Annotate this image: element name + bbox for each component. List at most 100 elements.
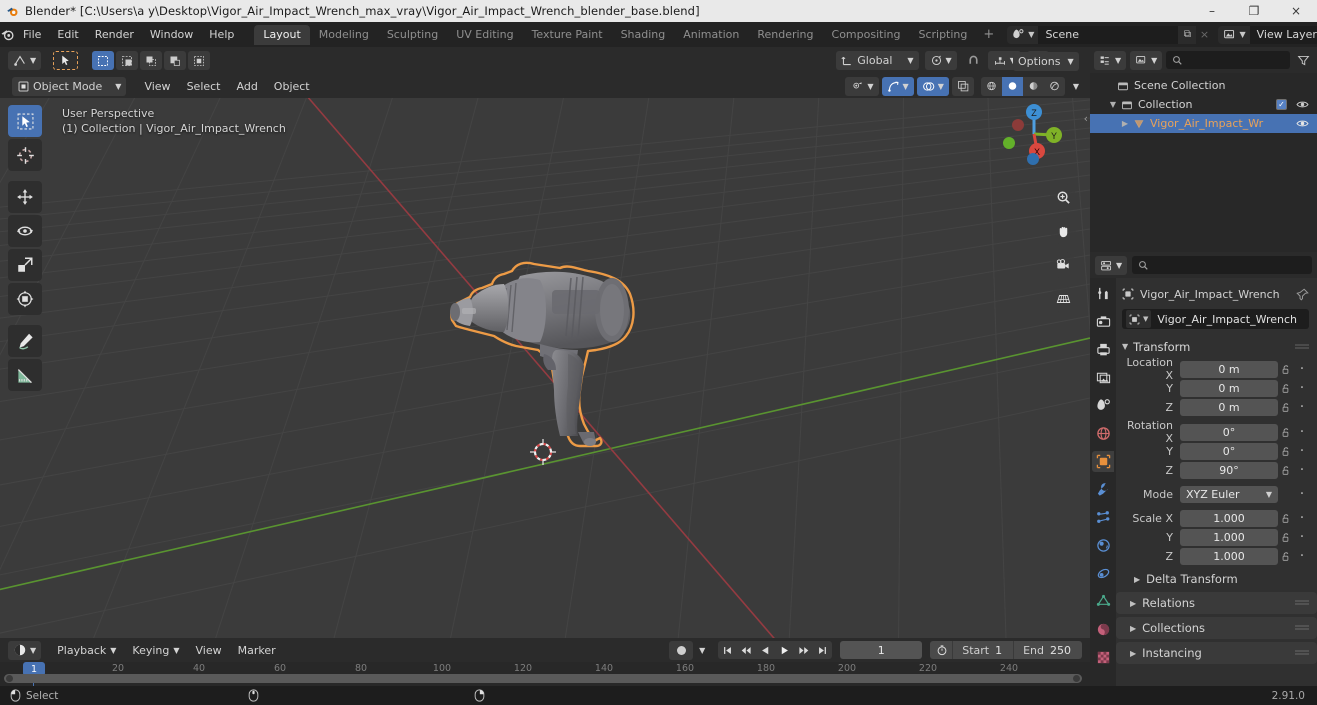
scrollbar-knob-right[interactable]: [1073, 675, 1080, 682]
pan-hand-icon[interactable]: [1050, 218, 1076, 244]
timeline-menu-view[interactable]: View: [188, 641, 230, 660]
scene-tab[interactable]: [1092, 395, 1114, 416]
scale-z-value[interactable]: 1.000: [1180, 547, 1278, 565]
jump-to-end-button[interactable]: [813, 641, 833, 659]
measure-tool[interactable]: [8, 359, 42, 391]
rotation-mode-dropdown[interactable]: XYZ Euler ▼: [1180, 485, 1278, 503]
transform-panel-header[interactable]: ▼ Transform: [1122, 337, 1309, 356]
use-preview-range-icon[interactable]: [930, 644, 952, 656]
location-y-value[interactable]: 0 m: [1180, 379, 1278, 397]
outliner-filter-icon[interactable]: [1294, 54, 1313, 67]
blender-menu-icon[interactable]: [0, 27, 15, 42]
collection-enable-checkbox[interactable]: ✓: [1276, 99, 1287, 110]
menu-edit[interactable]: Edit: [49, 25, 86, 44]
timeline-horizontal-scrollbar[interactable]: [4, 674, 1082, 683]
menu-file[interactable]: File: [15, 25, 49, 44]
rotate-tool[interactable]: [8, 215, 42, 247]
timeline-menu-playback[interactable]: Playback ▼: [49, 641, 124, 660]
material-preview-button[interactable]: [1022, 76, 1044, 96]
timeline-menu-marker[interactable]: Marker: [230, 641, 284, 660]
viewport-menu-select[interactable]: Select: [179, 77, 229, 96]
scale-x-value[interactable]: 1.000: [1180, 509, 1278, 527]
auto-keying-toggle[interactable]: [669, 640, 694, 660]
select-extend-icon[interactable]: [116, 51, 139, 70]
object-tab[interactable]: [1092, 451, 1114, 472]
view-layer-tab[interactable]: [1092, 367, 1114, 388]
tab-scripting[interactable]: Scripting: [909, 25, 976, 45]
tab-sculpting[interactable]: Sculpting: [378, 25, 447, 45]
tool-tab[interactable]: [1092, 283, 1114, 304]
lock-icon[interactable]: [1278, 402, 1295, 413]
lock-icon[interactable]: [1278, 513, 1295, 524]
pivot-point-selector[interactable]: ▼: [924, 51, 957, 70]
scale-tool[interactable]: [8, 249, 42, 281]
rotation-x-value[interactable]: 0°: [1180, 423, 1278, 441]
lock-icon[interactable]: [1278, 446, 1295, 457]
active-tool-indicator[interactable]: [53, 51, 79, 70]
object-mode-selector[interactable]: Object Mode ▼: [12, 76, 127, 96]
tab-compositing[interactable]: Compositing: [823, 25, 910, 45]
minimize-button[interactable]: –: [1191, 0, 1233, 22]
view-layer-name-field[interactable]: View Layer: [1249, 25, 1317, 44]
options-dropdown[interactable]: Options ▼: [1013, 52, 1079, 71]
object-data-tab[interactable]: [1092, 591, 1114, 612]
lock-icon[interactable]: [1278, 465, 1295, 476]
viewport-menu-add[interactable]: Add: [229, 77, 266, 96]
outliner-display-mode-selector[interactable]: ▼: [1130, 50, 1163, 70]
menu-help[interactable]: Help: [201, 25, 242, 44]
rendered-shading-button[interactable]: [1043, 76, 1065, 96]
constraint-tab[interactable]: [1092, 563, 1114, 584]
view-layer-browse-icon[interactable]: ▼: [1218, 25, 1250, 44]
wireframe-shading-button[interactable]: [980, 76, 1002, 96]
start-frame-value[interactable]: 1: [995, 644, 1013, 657]
tab-texture-paint[interactable]: Texture Paint: [523, 25, 612, 45]
object-name-value[interactable]: Vigor_Air_Impact_Wrench: [1157, 313, 1297, 326]
sidebar-collapse-arrow[interactable]: ‹: [1084, 112, 1088, 125]
outliner-row-vigor-air-impact-wrench[interactable]: ▶ Vigor_Air_Impact_Wr: [1090, 114, 1317, 133]
outliner-editor-type-icon[interactable]: ▼: [1094, 50, 1127, 70]
properties-editor-type-icon[interactable]: ▼: [1095, 255, 1128, 275]
auto-keying-dropdown[interactable]: ▼: [694, 641, 710, 660]
zoom-icon[interactable]: [1050, 184, 1076, 210]
close-button[interactable]: ×: [1275, 0, 1317, 22]
select-set-icon[interactable]: [92, 51, 115, 70]
editor-type-selector[interactable]: ▼: [8, 51, 42, 70]
transform-tool[interactable]: [8, 283, 42, 315]
rotation-z-value[interactable]: 90°: [1180, 461, 1278, 479]
play-button[interactable]: [775, 641, 795, 659]
physics-tab[interactable]: [1092, 535, 1114, 556]
object-id-browse[interactable]: ▼: [1126, 310, 1152, 328]
jump-to-next-keyframe-button[interactable]: [794, 641, 814, 659]
current-frame-field[interactable]: 1: [840, 641, 923, 659]
menu-render[interactable]: Render: [87, 25, 142, 44]
transform-orientation-selector[interactable]: Global ▼: [836, 51, 919, 70]
disclosure-triangle[interactable]: ▼: [1108, 100, 1118, 109]
end-frame-value[interactable]: 250: [1050, 644, 1082, 657]
properties-search-input[interactable]: [1132, 256, 1312, 274]
world-tab[interactable]: [1092, 423, 1114, 444]
add-workspace-button[interactable]: +: [976, 24, 1001, 45]
scene-name-field[interactable]: Scene: [1038, 25, 1179, 44]
jump-to-start-button[interactable]: [718, 641, 738, 659]
menu-window[interactable]: Window: [142, 25, 201, 44]
viewport-menu-object[interactable]: Object: [266, 77, 318, 96]
scrollbar-knob-left[interactable]: [6, 675, 13, 682]
tab-rendering[interactable]: Rendering: [748, 25, 822, 45]
disclosure-triangle[interactable]: ▶: [1120, 119, 1130, 128]
tab-layout[interactable]: Layout: [254, 24, 310, 45]
lock-icon[interactable]: [1278, 551, 1295, 562]
outliner-search-input[interactable]: [1166, 51, 1290, 69]
annotate-tool[interactable]: [8, 325, 42, 357]
lock-icon[interactable]: [1278, 383, 1295, 394]
scale-y-value[interactable]: 1.000: [1180, 528, 1278, 546]
object-name-field[interactable]: ▼ Vigor_Air_Impact_Wrench: [1122, 309, 1309, 329]
modifier-tab[interactable]: [1092, 479, 1114, 500]
xray-toggle[interactable]: [951, 76, 974, 96]
timeline-ruler[interactable]: 20 40 60 80 100 120 140 160 180 200 220 …: [0, 662, 1090, 686]
navigation-gizmo[interactable]: Z Y X: [994, 98, 1074, 174]
particles-tab[interactable]: [1092, 507, 1114, 528]
outliner-row-collection[interactable]: ▼ Collection ✓: [1090, 95, 1317, 114]
shading-dropdown[interactable]: ▼: [1068, 77, 1084, 96]
select-difference-icon[interactable]: [164, 51, 187, 70]
eye-icon[interactable]: [1296, 99, 1309, 110]
